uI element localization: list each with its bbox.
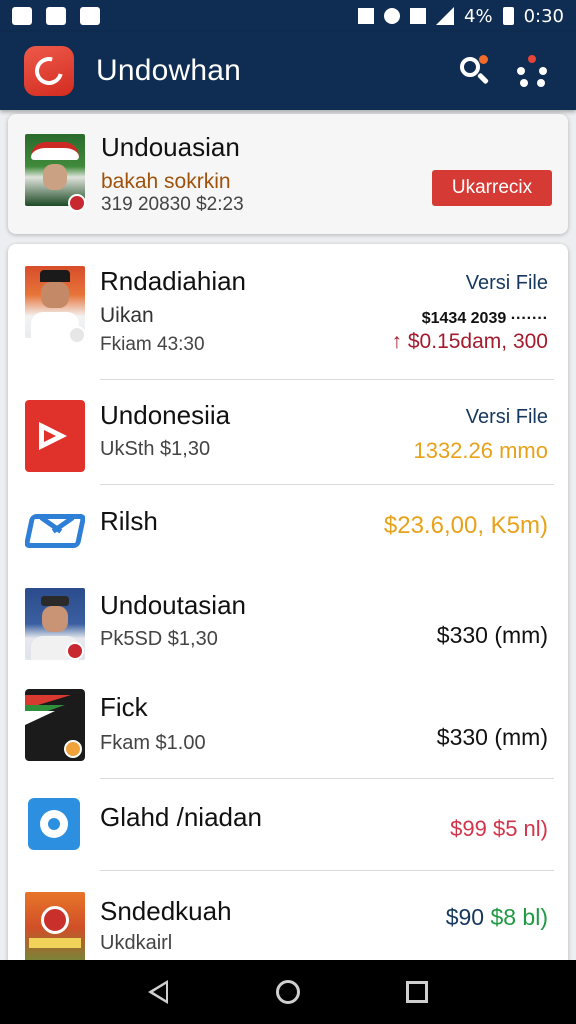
- battery-icon: [502, 7, 514, 25]
- divider: [100, 379, 554, 380]
- app-bar: Undowhan: [0, 32, 576, 110]
- divider: [100, 778, 554, 779]
- item-price: ↑ $0.15dam, 300: [391, 330, 548, 353]
- item-price: $90 $8 bl): [446, 904, 548, 931]
- item-title: Rndadiahian: [100, 266, 247, 296]
- item-price: $99 $5 nl): [450, 816, 548, 841]
- image-icon: [46, 7, 66, 25]
- item-price: 1332.26 mmo: [413, 438, 548, 463]
- item-price-secondary: $8 bl): [490, 904, 548, 930]
- system-nav-bar: [0, 960, 576, 1024]
- status-bar: 4% 0:30: [0, 0, 576, 32]
- recent-apps-icon[interactable]: [406, 981, 428, 1003]
- divider: [100, 870, 554, 871]
- item-title: Sndedkuah: [100, 896, 232, 926]
- item-size-detail: $1434 2039 ·······: [421, 310, 548, 327]
- item-title: Glahd /niadan: [100, 802, 262, 832]
- app-title: Undowhan: [96, 54, 242, 87]
- divider: [100, 484, 554, 485]
- item-thumbnail: [25, 892, 85, 964]
- app-logo-icon[interactable]: [24, 46, 74, 96]
- alarm-icon: [384, 8, 401, 24]
- item-subtitle: Uikan: [100, 304, 154, 327]
- back-icon-inner: [153, 984, 166, 1000]
- featured-badge-icon: [68, 194, 86, 212]
- item-price: $330 (mm): [436, 724, 548, 750]
- more-options-icon[interactable]: [512, 51, 552, 91]
- battery-percent: 4%: [464, 5, 493, 27]
- item-title: Undonesiia: [100, 400, 231, 430]
- item-meta: Fkam $1.00: [100, 732, 206, 754]
- message-icon: [80, 7, 100, 25]
- item-title: Fick: [100, 692, 148, 722]
- featured-title: Undouasian: [101, 132, 240, 162]
- home-icon[interactable]: [276, 980, 300, 1004]
- item-title: Undoutasian: [100, 590, 246, 620]
- item-version-label: Versi File: [465, 272, 548, 294]
- item-badge-icon: [68, 326, 86, 344]
- featured-action-button[interactable]: Ukarrecix: [432, 170, 552, 206]
- item-meta: UkSth $1,30: [100, 438, 211, 460]
- item-price: $23.6,00, K5m): [383, 512, 548, 539]
- item-thumbnail: [25, 400, 85, 472]
- item-thumbnail: [28, 798, 80, 850]
- vibrate-icon: [358, 8, 375, 24]
- item-badge-icon: [64, 740, 82, 758]
- clock: 0:30: [523, 5, 564, 27]
- item-title: Rilsh: [100, 506, 158, 536]
- notification-icon: [12, 7, 32, 25]
- item-price: $330 (mm): [436, 622, 548, 648]
- sim-icon: [410, 8, 427, 24]
- item-version-label: Versi File: [465, 406, 548, 428]
- featured-meta: 319 20830 $2:23: [101, 194, 244, 215]
- search-icon[interactable]: [454, 51, 494, 91]
- item-price-primary: $90: [445, 904, 485, 930]
- item-badge-icon: [66, 642, 84, 660]
- item-meta: Ukdkairl: [100, 932, 173, 954]
- item-thumbnail: [25, 502, 85, 574]
- app-list: Rndadiahian Uikan Fkiam 43:30 Versi File…: [8, 244, 568, 984]
- featured-card[interactable]: Undouasian bakah sokrkin 319 20830 $2:23…: [8, 114, 568, 234]
- signal-icon: [436, 7, 455, 25]
- featured-subtitle: bakah sokrkin: [101, 170, 231, 193]
- item-meta: Pk5SD $1,30: [100, 628, 218, 650]
- item-meta: Fkiam 43:30: [100, 334, 205, 355]
